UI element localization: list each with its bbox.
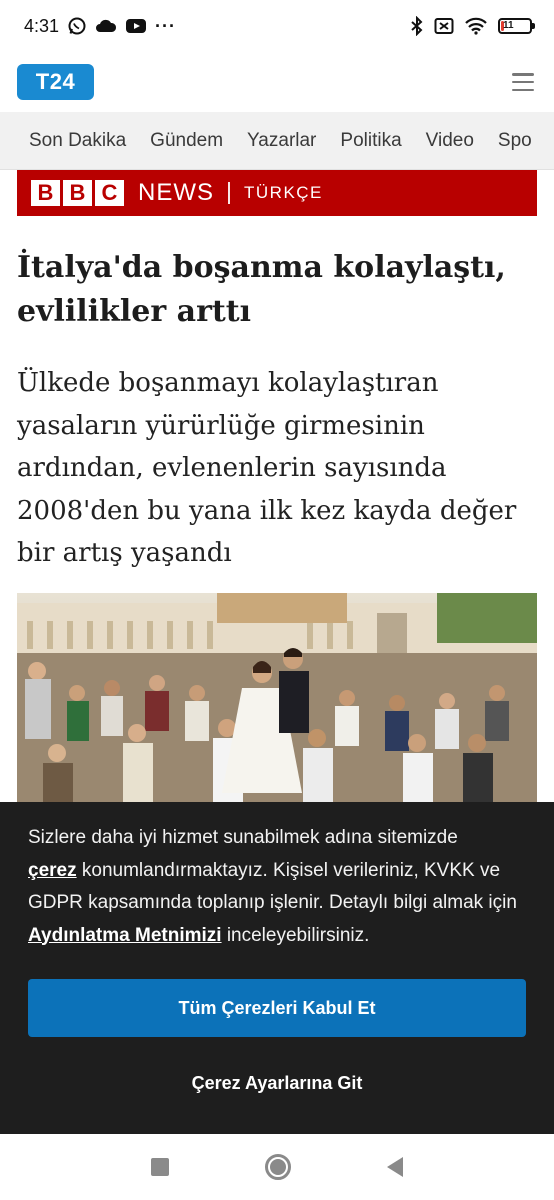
banner-divider	[228, 182, 230, 204]
nav-item-son-dakika[interactable]: Son Dakika	[29, 130, 126, 152]
article-title-line: İtalya'da boşanma kolaylaştı,	[17, 250, 506, 285]
article-title-line: evlilikler arttı	[17, 294, 251, 329]
cookie-link[interactable]: çerez	[28, 860, 77, 881]
no-sim-icon	[434, 18, 454, 34]
bbc-logo-block: B	[31, 180, 60, 206]
bbc-logo: B B C	[31, 180, 124, 206]
status-bar-right: 11	[410, 16, 535, 36]
bbc-news-label: NEWS	[138, 179, 214, 206]
site-header: T24	[0, 52, 554, 112]
youtube-icon	[126, 19, 147, 33]
bbc-news-turkce-banner: B B C NEWS TÜRKÇE	[17, 170, 537, 216]
accept-all-cookies-button[interactable]: Tüm Çerezleri Kabul Et	[28, 979, 526, 1037]
back-icon[interactable]	[387, 1157, 403, 1177]
cookie-settings-button[interactable]: Çerez Ayarlarına Git	[28, 1054, 526, 1112]
cookie-consent-panel: Sizlere daha iyi hizmet sunabilmek adına…	[0, 802, 554, 1134]
bbc-logo-block: C	[95, 180, 124, 206]
battery-level-text: 11	[503, 20, 514, 31]
hamburger-menu-icon[interactable]	[512, 73, 534, 91]
article-title: İtalya'da boşanma kolaylaştı, evlilikler…	[17, 246, 537, 334]
system-navigation-bar	[0, 1134, 554, 1200]
privacy-notice-link[interactable]: Aydınlatma Metnimizi	[28, 925, 222, 946]
bbc-edition-label: TÜRKÇE	[244, 183, 323, 202]
status-bar: 4:31 ··· 11	[0, 0, 554, 52]
home-icon[interactable]	[265, 1154, 291, 1180]
bbc-logo-block: B	[63, 180, 92, 206]
bluetooth-icon	[411, 16, 423, 36]
menu-line	[512, 80, 534, 84]
cookie-text-part: konumlandırmaktayız. Kişisel verileriniz…	[28, 859, 517, 914]
menu-line	[512, 88, 534, 91]
site-logo[interactable]: T24	[17, 64, 94, 100]
battery-tip	[532, 23, 535, 29]
nav-item-spor[interactable]: Spo	[498, 130, 532, 152]
nav-item-politika[interactable]: Politika	[340, 130, 401, 152]
article-lead: Ülkede boşanmayı kolaylaştıran yasaların…	[17, 368, 517, 568]
more-notifications-icon: ···	[155, 15, 177, 36]
battery-icon: 11	[498, 18, 535, 34]
home-icon-dot	[270, 1159, 286, 1175]
whatsapp-icon	[68, 17, 86, 35]
cookie-text-part: Sizlere daha iyi hizmet sunabilmek adına…	[28, 827, 458, 848]
wifi-icon	[465, 17, 487, 35]
photo-illustration	[17, 593, 537, 805]
status-bar-left: 4:31 ···	[24, 16, 176, 37]
cookie-consent-text: Sizlere daha iyi hizmet sunabilmek adına…	[28, 822, 528, 952]
article-photo-wedding-couple-on-steps[interactable]	[17, 593, 537, 805]
nav-item-video[interactable]: Video	[426, 130, 474, 152]
menu-line	[512, 73, 534, 76]
cookie-text-part: inceleyebilirsiniz.	[226, 924, 370, 946]
nav-item-yazarlar[interactable]: Yazarlar	[247, 130, 316, 152]
nav-item-gundem[interactable]: Gündem	[150, 130, 223, 152]
clock: 4:31	[24, 15, 60, 36]
category-nav: Son Dakika Gündem Yazarlar Politika Vide…	[0, 112, 554, 170]
recent-apps-icon[interactable]	[151, 1158, 169, 1176]
cloud-icon	[96, 19, 117, 32]
